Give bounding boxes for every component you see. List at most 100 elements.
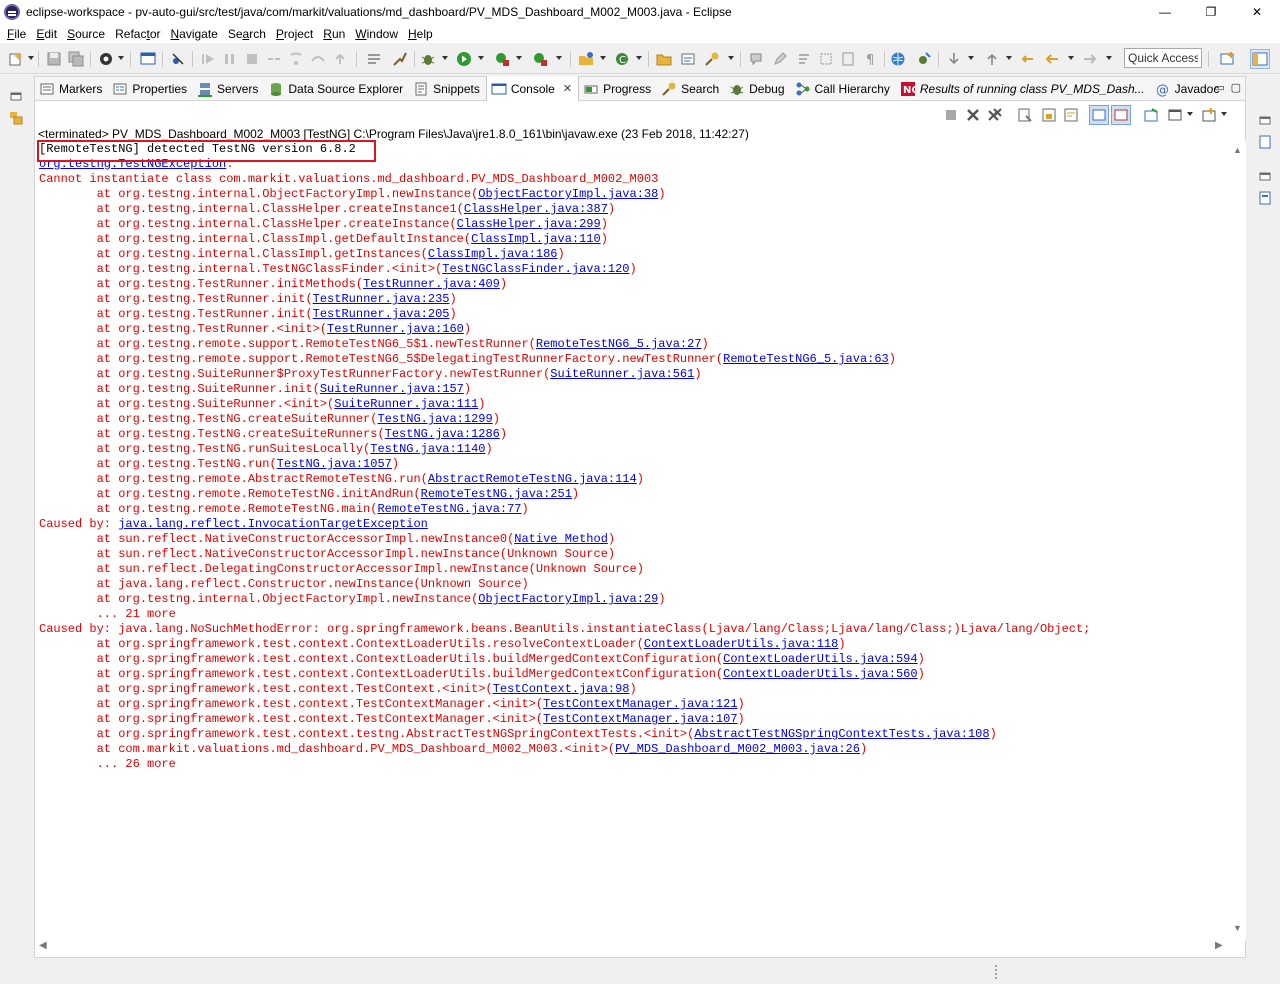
scroll-right-arrow-icon[interactable]: ▶: [1215, 940, 1223, 951]
external-tools-dropdown-icon[interactable]: [556, 56, 562, 60]
stack-trace-link[interactable]: ObjectFactoryImpl.java:38: [478, 187, 658, 201]
close-window-button[interactable]: ✕: [1234, 0, 1280, 24]
tab-data-source-explorer[interactable]: Data Source Explorer: [264, 77, 409, 101]
maximize-view-icon[interactable]: ▢: [1231, 81, 1241, 94]
terminal-icon[interactable]: [140, 51, 156, 67]
run-last-tool-dropdown-icon[interactable]: [118, 56, 124, 60]
forward-icon[interactable]: [1082, 51, 1098, 67]
show-console-on-error-icon[interactable]: [1111, 105, 1131, 125]
pilcrow-icon[interactable]: ¶: [862, 51, 878, 67]
external-tools-icon[interactable]: [532, 51, 548, 67]
stack-trace-link[interactable]: SuiteRunner.java:157: [320, 382, 464, 396]
new-dropdown-icon[interactable]: [28, 56, 34, 60]
stack-trace-link[interactable]: TestContextManager.java:121: [543, 697, 737, 711]
quick-access-input[interactable]: [1124, 48, 1202, 68]
stack-trace-link[interactable]: SuiteRunner.java:111: [334, 397, 478, 411]
stack-trace-link[interactable]: TestRunner.java:205: [313, 307, 450, 321]
search-tool-icon[interactable]: [704, 51, 720, 67]
new-class-dropdown-icon[interactable]: [636, 56, 642, 60]
stack-trace-link[interactable]: ClassImpl.java:186: [428, 247, 558, 261]
clear-console-icon[interactable]: [1017, 107, 1033, 123]
forward-dropdown-icon[interactable]: [1106, 56, 1112, 60]
stack-trace-link[interactable]: ContextLoaderUtils.java:118: [644, 637, 838, 651]
menu-item[interactable]: Project: [271, 27, 318, 41]
scroll-down-arrow-icon[interactable]: ▼: [1233, 923, 1242, 933]
run-last-tool-icon[interactable]: [98, 51, 114, 67]
outline-view-icon[interactable]: [1257, 134, 1273, 150]
previous-annotation-icon[interactable]: [984, 51, 1000, 67]
tab-servers[interactable]: Servers: [193, 77, 264, 101]
java-perspective-icon[interactable]: [1250, 49, 1270, 69]
tab-properties[interactable]: Properties: [108, 77, 193, 101]
stack-trace-link[interactable]: RemoteTestNG6_5.java:63: [723, 352, 889, 366]
stack-trace-link[interactable]: ClassHelper.java:387: [464, 202, 608, 216]
use-step-filters-icon[interactable]: [366, 51, 382, 67]
new-icon[interactable]: [8, 51, 24, 67]
stack-trace-link[interactable]: TestNG.java:1057: [277, 457, 392, 471]
tab-call-hierarchy[interactable]: Call Hierarchy: [791, 77, 896, 101]
package-explorer-icon[interactable]: [8, 110, 24, 126]
skip-breakpoints-icon[interactable]: [170, 51, 186, 67]
globe-icon[interactable]: [890, 51, 906, 67]
save-all-icon[interactable]: [68, 51, 84, 67]
horizontal-scrollbar[interactable]: ◀ ▶: [35, 938, 1229, 955]
restore-view-icon[interactable]: [8, 88, 24, 104]
next-annotation-icon[interactable]: [946, 51, 962, 67]
pen-icon[interactable]: [772, 51, 788, 67]
console-output[interactable]: [RemoteTestNG] detected TestNG version 6…: [39, 142, 1229, 772]
stack-trace-link[interactable]: TestNG.java:1299: [377, 412, 492, 426]
stack-trace-link[interactable]: TestContext.java:98: [493, 682, 630, 696]
stack-trace-link[interactable]: AbstractTestNGSpringContextTests.java:10…: [694, 727, 989, 741]
close-tab-icon[interactable]: ✕: [563, 82, 572, 95]
stack-trace-link[interactable]: ContextLoaderUtils.java:560: [723, 667, 917, 681]
show-whitespace-icon[interactable]: [840, 51, 856, 67]
menu-item[interactable]: Navigate: [165, 27, 222, 41]
step-over-icon[interactable]: [310, 51, 326, 67]
tab-search[interactable]: Search: [657, 77, 725, 101]
menu-item[interactable]: Window: [350, 27, 403, 41]
suspend-icon[interactable]: [222, 51, 238, 67]
open-perspective-icon[interactable]: [1220, 51, 1236, 67]
menu-item[interactable]: Run: [318, 27, 350, 41]
stack-trace-link[interactable]: TestNGClassFinder.java:120: [442, 262, 629, 276]
menu-item[interactable]: Edit: [31, 27, 62, 41]
tab-markers[interactable]: Markers: [35, 77, 108, 101]
stack-trace-link[interactable]: Native Method: [514, 532, 608, 546]
back-icon[interactable]: [1044, 51, 1060, 67]
step-return-icon[interactable]: [332, 51, 348, 67]
word-wrap-icon[interactable]: [1063, 107, 1079, 123]
remove-all-terminated-icon[interactable]: [987, 107, 1003, 123]
stack-trace-link[interactable]: TestRunner.java:409: [363, 277, 500, 291]
tab-debug[interactable]: Debug: [725, 77, 790, 101]
status-bar-grip-icon[interactable]: [994, 964, 998, 980]
terminate-console-icon[interactable]: [943, 107, 959, 123]
display-console-dropdown-icon[interactable]: [1187, 112, 1193, 116]
stack-trace-link[interactable]: java.lang.reflect.InvocationTargetExcept…: [118, 517, 428, 531]
restore-task-icon[interactable]: [1257, 168, 1273, 184]
run-icon[interactable]: [456, 51, 472, 67]
stack-trace-link[interactable]: TestRunner.java:235: [313, 292, 450, 306]
vertical-scrollbar[interactable]: ▲ ▼: [1229, 141, 1246, 941]
last-edit-location-icon[interactable]: [1020, 51, 1036, 67]
restore-outline-icon[interactable]: [1257, 112, 1273, 128]
menu-item[interactable]: Source: [62, 27, 110, 41]
minimize-button[interactable]: —: [1142, 0, 1188, 24]
scroll-lock-icon[interactable]: [1041, 107, 1057, 123]
stack-trace-link[interactable]: TestRunner.java:160: [327, 322, 464, 336]
debug-dropdown-icon[interactable]: [442, 56, 448, 60]
coverage-icon[interactable]: [494, 51, 510, 67]
toggle-word-wrap-icon[interactable]: [796, 51, 812, 67]
stack-trace-link[interactable]: RemoteTestNG.java:77: [377, 502, 521, 516]
task-list-icon[interactable]: [1257, 190, 1273, 206]
stack-trace-link[interactable]: TestNG.java:1140: [370, 442, 485, 456]
menu-item[interactable]: File: [2, 27, 31, 41]
next-annotation-dropdown-icon[interactable]: [968, 56, 974, 60]
coverage-dropdown-icon[interactable]: [516, 56, 522, 60]
stack-trace-link[interactable]: TestContextManager.java:107: [543, 712, 737, 726]
debug-remote-icon[interactable]: [916, 51, 932, 67]
tab-snippets[interactable]: Snippets: [409, 77, 486, 101]
remove-launch-icon[interactable]: [965, 107, 981, 123]
scroll-left-arrow-icon[interactable]: ◀: [39, 940, 47, 951]
save-icon[interactable]: [46, 51, 62, 67]
menu-item[interactable]: Refactor: [110, 27, 165, 41]
